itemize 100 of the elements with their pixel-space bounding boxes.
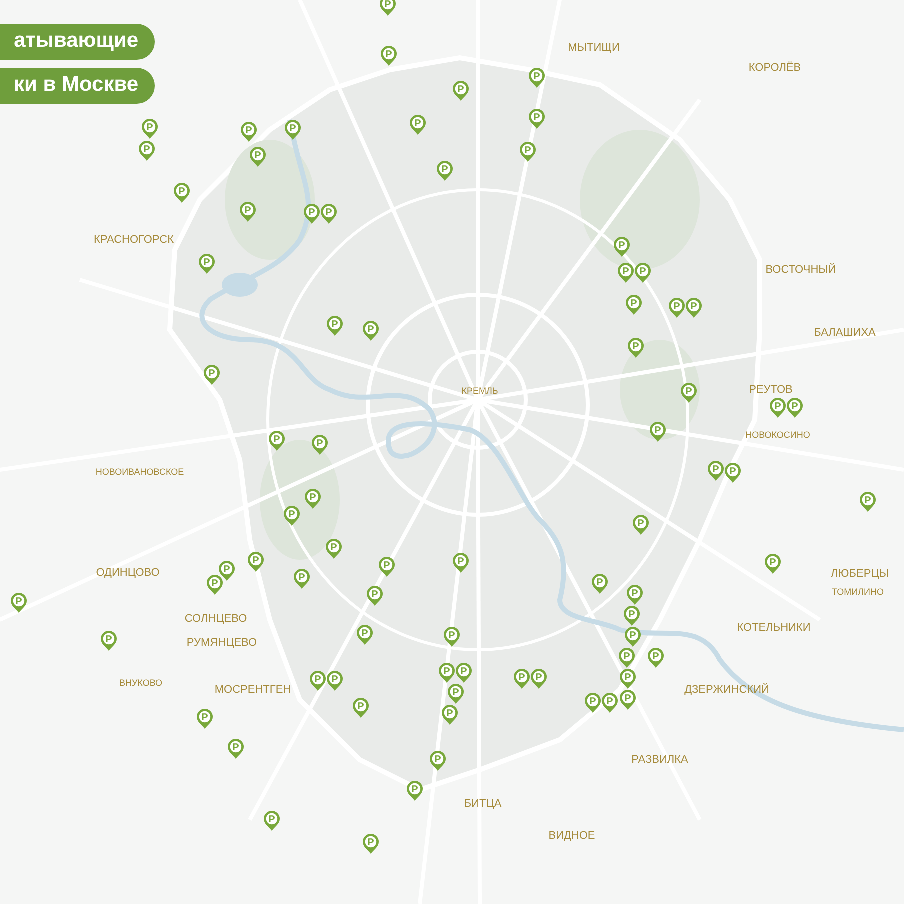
parking-pin[interactable]: P xyxy=(456,663,472,683)
parking-pin[interactable]: P xyxy=(264,811,280,831)
parking-pin[interactable]: P xyxy=(204,365,220,385)
parking-pin[interactable]: P xyxy=(770,398,786,418)
parking-pin[interactable]: P xyxy=(628,338,644,358)
parking-pin[interactable]: P xyxy=(681,383,697,403)
place-label: МОСРЕНТГЕН xyxy=(214,684,292,696)
parking-pin[interactable]: P xyxy=(514,669,530,689)
parking-pin[interactable]: P xyxy=(326,539,342,559)
parking-pin[interactable]: P xyxy=(439,663,455,683)
parking-pin[interactable]: P xyxy=(248,552,264,572)
parking-pin[interactable]: P xyxy=(380,0,396,16)
parking-pin[interactable]: P xyxy=(442,705,458,725)
place-label: ОДИНЦОВО xyxy=(96,567,160,579)
parking-pin[interactable]: P xyxy=(367,586,383,606)
place-label: РЕУТОВ xyxy=(749,384,793,396)
parking-pin[interactable]: P xyxy=(241,122,257,142)
parking-pin[interactable]: P xyxy=(620,669,636,689)
parking-pin[interactable]: P xyxy=(357,625,373,645)
parking-pin[interactable]: P xyxy=(650,422,666,442)
parking-pin[interactable]: P xyxy=(310,671,326,691)
parking-pin[interactable]: P xyxy=(139,141,155,161)
parking-pin[interactable]: P xyxy=(305,489,321,509)
parking-pin[interactable]: P xyxy=(312,435,328,455)
parking-pin[interactable]: P xyxy=(448,684,464,704)
place-label: КОРОЛЁВ xyxy=(748,62,802,74)
parking-pin[interactable]: P xyxy=(285,120,301,140)
place-label: ДЗЕРЖИНСКИЙ xyxy=(684,684,770,696)
place-label: ЛЮБЕРЦЫ xyxy=(830,568,890,580)
parking-pin[interactable]: P xyxy=(250,147,266,167)
parking-pin[interactable]: P xyxy=(327,316,343,336)
parking-pin[interactable]: P xyxy=(648,648,664,668)
parking-pin[interactable]: P xyxy=(269,431,285,451)
parking-pin[interactable]: P xyxy=(294,569,310,589)
parking-pin[interactable]: P xyxy=(101,631,117,651)
parking-pin[interactable]: P xyxy=(430,751,446,771)
place-label: ВОСТОЧНЫЙ xyxy=(766,264,836,276)
parking-pin[interactable]: P xyxy=(410,115,426,135)
place-label: НОВОИВАНОВСКОЕ xyxy=(96,467,184,477)
parking-pin[interactable]: P xyxy=(669,298,685,318)
parking-pin[interactable]: P xyxy=(444,627,460,647)
parking-pin[interactable]: P xyxy=(635,263,651,283)
place-label: БАЛАШИХА xyxy=(814,327,876,339)
parking-pin[interactable]: P xyxy=(453,81,469,101)
parking-pin[interactable]: P xyxy=(363,834,379,854)
parking-pin[interactable]: P xyxy=(199,254,215,274)
parking-pin[interactable]: P xyxy=(860,492,876,512)
title-banner: ки в Москве xyxy=(0,68,155,104)
place-label: НОВОКОСИНО xyxy=(746,430,810,440)
place-label: КРЕМЛЬ xyxy=(462,386,498,396)
parking-pin[interactable]: P xyxy=(627,585,643,605)
parking-pin[interactable]: P xyxy=(624,606,640,626)
place-label: КОТЕЛЬНИКИ xyxy=(737,622,811,634)
place-label: ВНУКОВО xyxy=(119,678,163,688)
parking-pin[interactable]: P xyxy=(620,690,636,710)
parking-pin[interactable]: P xyxy=(379,557,395,577)
parking-pin[interactable]: P xyxy=(529,68,545,88)
parking-pin[interactable]: P xyxy=(284,506,300,526)
place-label: РАЗВИЛКА xyxy=(632,754,688,766)
parking-pin[interactable]: P xyxy=(625,627,641,647)
place-label: РУМЯНЦЕВО xyxy=(186,637,258,649)
parking-pin[interactable]: P xyxy=(228,739,244,759)
place-label: ТОМИЛИНО xyxy=(832,587,884,597)
parking-pin[interactable]: P xyxy=(725,463,741,483)
parking-pin[interactable]: P xyxy=(633,515,649,535)
parking-pin[interactable]: P xyxy=(708,461,724,481)
parking-pin[interactable]: P xyxy=(618,263,634,283)
place-label: БИТЦА xyxy=(464,798,502,810)
parking-pin[interactable]: P xyxy=(197,709,213,729)
parking-pin[interactable]: P xyxy=(626,295,642,315)
parking-pin[interactable]: P xyxy=(765,554,781,574)
parking-pin[interactable]: P xyxy=(207,575,223,595)
parking-pin[interactable]: P xyxy=(529,109,545,129)
parking-pin[interactable]: P xyxy=(602,693,618,713)
title-banner: атывающие xyxy=(0,24,155,60)
parking-pin[interactable]: P xyxy=(619,648,635,668)
parking-pin[interactable]: P xyxy=(142,119,158,139)
parking-pin[interactable]: P xyxy=(240,202,256,222)
parking-pin[interactable]: P xyxy=(592,574,608,594)
parking-pin[interactable]: P xyxy=(686,298,702,318)
parking-pin[interactable]: P xyxy=(11,593,27,613)
parking-pin[interactable]: P xyxy=(585,693,601,713)
parking-pin[interactable]: P xyxy=(520,142,536,162)
place-label: ВИДНОЕ xyxy=(548,830,596,842)
place-label: МЫТИЩИ xyxy=(568,42,620,54)
parking-pin[interactable]: P xyxy=(787,398,803,418)
parking-pin[interactable]: P xyxy=(363,321,379,341)
parking-pin[interactable]: P xyxy=(327,671,343,691)
parking-pin[interactable]: P xyxy=(174,183,190,203)
parking-pin[interactable]: P xyxy=(219,561,235,581)
parking-pin[interactable]: P xyxy=(321,204,337,224)
parking-pin[interactable]: P xyxy=(453,553,469,573)
parking-pin[interactable]: P xyxy=(614,237,630,257)
parking-pin[interactable]: P xyxy=(437,161,453,181)
parking-pin[interactable]: P xyxy=(304,204,320,224)
parking-pin[interactable]: P xyxy=(381,46,397,66)
parking-pin[interactable]: P xyxy=(531,669,547,689)
parking-pin[interactable]: P xyxy=(407,781,423,801)
parking-pin[interactable]: P xyxy=(353,698,369,718)
place-label: СОЛНЦЕВО xyxy=(184,613,248,625)
